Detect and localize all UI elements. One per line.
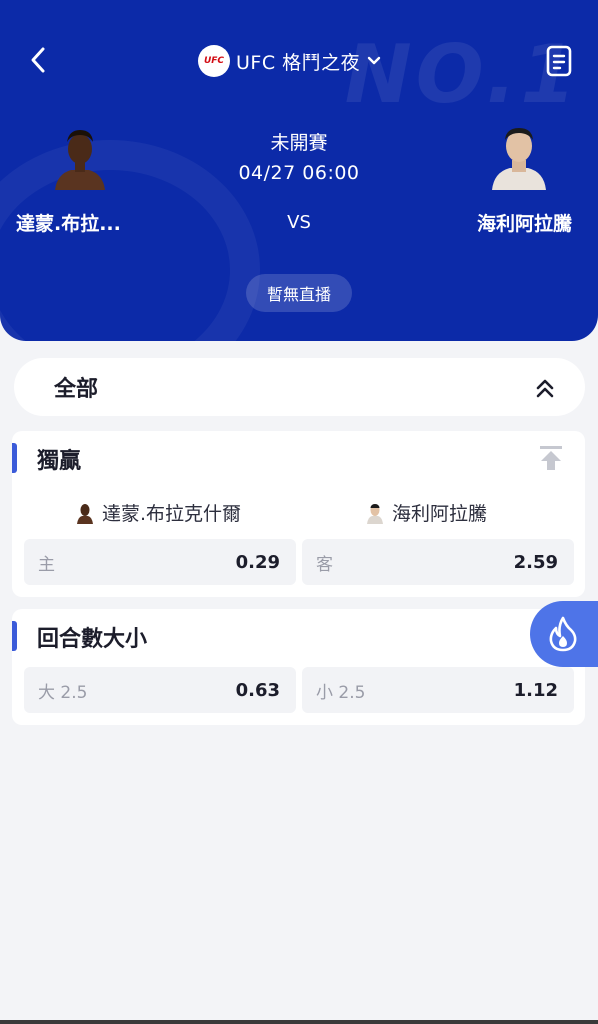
league-selector[interactable]: UFC UFC 格鬥之夜 [198, 44, 382, 78]
back-button[interactable] [22, 44, 54, 76]
odds-label: 大 2.5 [38, 682, 88, 703]
match-status: 未開賽 [270, 132, 328, 154]
flame-icon [549, 616, 577, 652]
pick-away: 海利阿拉騰 [366, 499, 487, 526]
double-chevron-up-icon[interactable] [533, 376, 557, 400]
pick-home-name: 達蒙.布拉克什爾 [102, 503, 242, 525]
bottom-edge [0, 1020, 598, 1024]
match-header: NO.1 UFC UFC 格鬥之夜 達蒙.布拉... 海利阿拉騰 未開賽 04/… [0, 0, 598, 341]
live-stream-button[interactable]: 暫無直播 [246, 274, 352, 312]
odds-button-over[interactable]: 大 2.5 0.63 [24, 667, 296, 713]
pick-away-name: 海利阿拉騰 [392, 503, 488, 525]
odds-value: 0.29 [235, 551, 280, 573]
odds-value: 1.12 [513, 679, 558, 701]
odds-label: 客 [316, 554, 333, 575]
card-accent-bar [12, 621, 17, 651]
odds-value: 0.63 [235, 679, 280, 701]
market-title: 獨贏 [37, 449, 82, 474]
document-icon [546, 45, 572, 77]
pick-home: 達蒙.布拉克什爾 [76, 499, 241, 526]
home-fighter-mini-avatar [77, 503, 93, 524]
market-filter-bar[interactable]: 全部 [14, 358, 585, 416]
chevron-down-icon [367, 56, 381, 65]
odds-button-away[interactable]: 客 2.59 [302, 539, 574, 585]
odds-value: 2.59 [513, 551, 558, 573]
away-fighter-mini-avatar [367, 503, 383, 524]
document-button[interactable] [544, 44, 574, 78]
match-time: 04/27 06:00 [238, 162, 360, 184]
ufc-logo: UFC [198, 45, 230, 77]
page-title: UFC 格鬥之夜 [236, 51, 361, 74]
odds-label: 主 [38, 554, 55, 575]
odds-label: 小 2.5 [316, 682, 366, 703]
market-card-rounds-total: 回合數大小 大 2.5 0.63 小 2.5 1.12 [12, 609, 585, 725]
odds-button-home[interactable]: 主 0.29 [24, 539, 296, 585]
vs-label: VS [287, 212, 311, 233]
card-accent-bar [12, 443, 17, 473]
odds-button-under[interactable]: 小 2.5 1.12 [302, 667, 574, 713]
pin-to-top-icon[interactable] [539, 445, 563, 471]
chevron-left-icon [31, 47, 45, 73]
market-title: 回合數大小 [37, 627, 148, 652]
market-card-moneyline: 獨贏 達蒙.布拉克什爾 海利阿拉騰 主 0.29 客 2.59 [12, 431, 585, 597]
hot-floating-button[interactable] [530, 601, 598, 667]
filter-label: 全部 [54, 377, 99, 402]
ufc-logo-text: UFC [203, 56, 225, 66]
